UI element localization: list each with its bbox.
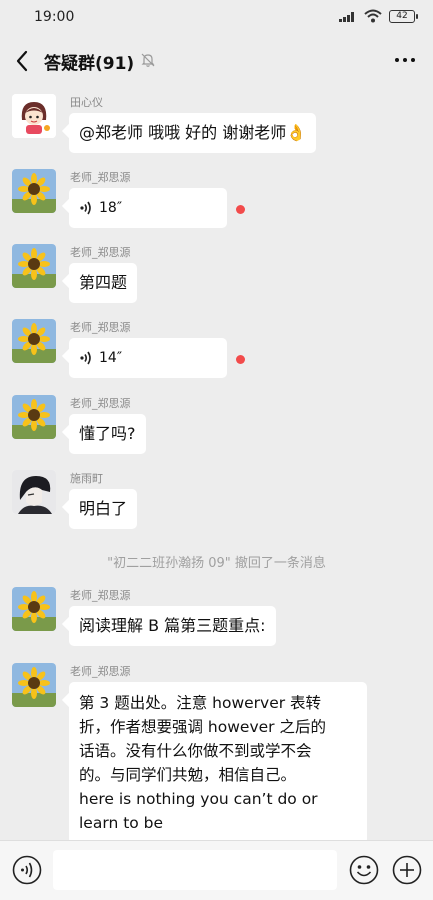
- voice-message-bubble[interactable]: 14″: [69, 338, 227, 378]
- more-options-icon[interactable]: [395, 58, 415, 62]
- unread-voice-dot: [236, 355, 245, 364]
- message-text: 懂了吗?: [79, 424, 136, 443]
- message-bubble[interactable]: @郑老师 哦哦 好的 谢谢老师👌: [69, 113, 317, 153]
- message-input[interactable]: [53, 850, 337, 890]
- sender-name: 老师_郑思源: [70, 246, 131, 259]
- emoji-icon[interactable]: [349, 855, 379, 885]
- message-bubble[interactable]: 阅读理解 B 篇第三题重点:: [69, 606, 276, 646]
- message-text: 阅读理解 B 篇第三题重点:: [79, 616, 266, 635]
- sender-name: 田心仪: [70, 96, 103, 109]
- sender-name: 老师_郑思源: [70, 321, 131, 334]
- wifi-icon: [364, 9, 382, 23]
- plus-icon[interactable]: [392, 855, 422, 885]
- sender-name: 老师_郑思源: [70, 665, 131, 678]
- sender-name: 老师_郑思源: [70, 171, 131, 184]
- avatar-sunflower[interactable]: [12, 169, 56, 213]
- voice-message-bubble[interactable]: 18″: [69, 188, 227, 228]
- message-bubble[interactable]: 懂了吗?: [69, 414, 146, 454]
- battery-icon: 42: [389, 9, 418, 23]
- message-text: @郑老师 哦哦 好的 谢谢老师👌: [79, 123, 307, 142]
- status-bar: 19:00 42: [0, 0, 433, 36]
- message-line: 折，作者想要强调 however 之后的: [79, 718, 326, 736]
- message-bubble[interactable]: 第 3 题出处。注意 howerver 表转 折，作者想要强调 however …: [69, 682, 367, 840]
- message-text: 第四题: [79, 273, 128, 292]
- avatar-anime-boy[interactable]: [12, 470, 56, 514]
- avatar-cartoon-girl[interactable]: [12, 94, 56, 138]
- chat-title: 答疑群(91): [44, 54, 135, 74]
- chat-header: 答疑群(91): [0, 36, 433, 86]
- message-line: here is nothing you can’t do or: [79, 790, 318, 808]
- message-bubble[interactable]: 第四题: [69, 263, 138, 303]
- avatar-sunflower[interactable]: [12, 244, 56, 288]
- sender-name: 施雨町: [70, 472, 103, 485]
- sender-name: 老师_郑思源: [70, 397, 131, 410]
- avatar-sunflower[interactable]: [12, 587, 56, 631]
- avatar-sunflower[interactable]: [12, 319, 56, 363]
- avatar-sunflower[interactable]: [12, 395, 56, 439]
- message-line: 的。与同学们共勉，相信自己。: [79, 766, 297, 784]
- voice-duration: 18″: [99, 200, 123, 216]
- message-bubble[interactable]: 明白了: [69, 489, 138, 529]
- voice-wave-icon: [80, 201, 91, 215]
- unread-voice-dot: [236, 205, 245, 214]
- avatar-sunflower[interactable]: [12, 663, 56, 707]
- status-time: 19:00: [34, 9, 75, 25]
- voice-wave-icon: [80, 351, 91, 365]
- back-arrow-icon[interactable]: [10, 48, 36, 74]
- mute-bell-icon: [141, 53, 155, 67]
- message-list[interactable]: 田心仪 @郑老师 哦哦 好的 谢谢老师👌 老师_郑思源 18″ 老师_郑思源 第…: [0, 86, 433, 840]
- message-line: 话语。没有什么你做不到或学不会: [79, 742, 312, 760]
- sender-name: 老师_郑思源: [70, 589, 131, 602]
- system-icons: 42: [339, 9, 418, 23]
- message-line: 第 3 题出处。注意 howerver 表转: [79, 694, 322, 712]
- signal-icon: [339, 12, 354, 22]
- recall-notice: "初二二班孙瀚扬 09" 撤回了一条消息: [107, 556, 326, 571]
- voice-input-icon[interactable]: [12, 855, 42, 885]
- voice-duration: 14″: [99, 350, 123, 366]
- input-bar: [0, 840, 433, 900]
- message-line: learn to be: [79, 814, 164, 832]
- message-text: 明白了: [79, 499, 128, 518]
